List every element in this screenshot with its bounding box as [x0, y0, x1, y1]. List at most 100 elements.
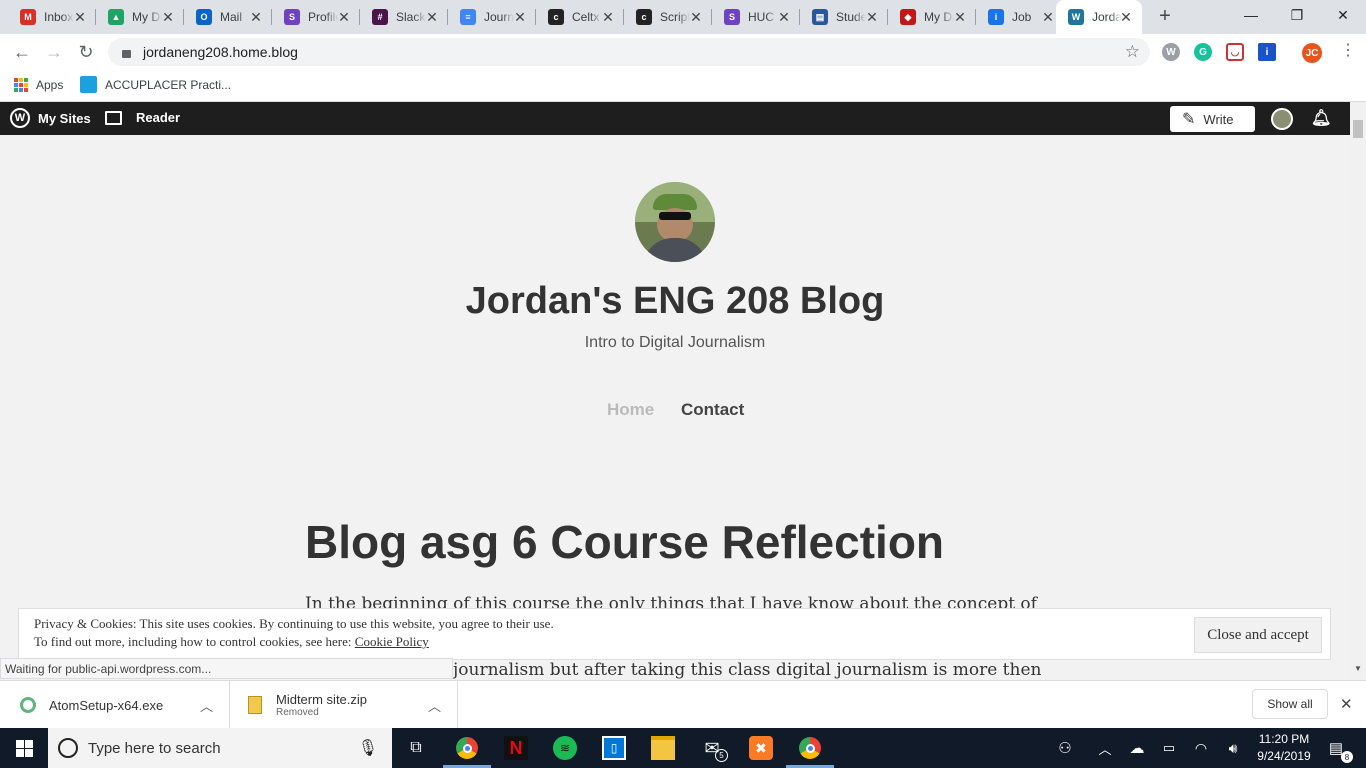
grammarly-icon[interactable]: G: [1194, 43, 1212, 61]
atom-file-icon: [20, 697, 36, 713]
tab-3[interactable]: O Mail ✕: [184, 0, 272, 34]
nav-home[interactable]: Home: [607, 400, 654, 420]
close-and-accept-button[interactable]: Close and accept: [1194, 617, 1322, 653]
app-tile-icon[interactable]: ▯: [602, 736, 626, 760]
back-button[interactable]: ←: [10, 40, 34, 64]
bookmark-star-icon[interactable]: ☆: [1125, 42, 1140, 62]
close-tab-icon[interactable]: ✕: [160, 9, 176, 26]
tab-12[interactable]: i Job ✕: [976, 0, 1064, 34]
profile-avatar[interactable]: JC: [1302, 43, 1322, 63]
close-tab-icon[interactable]: ✕: [512, 9, 528, 26]
tab-9[interactable]: S HUC ✕: [712, 0, 800, 34]
info-extension-icon[interactable]: i: [1258, 43, 1276, 61]
chrome-menu-icon[interactable]: ⋮: [1340, 40, 1356, 60]
reader-button[interactable]: Reader: [105, 110, 180, 125]
close-shelf-icon[interactable]: ✕: [1340, 695, 1353, 713]
chevron-up-icon[interactable]: ︿: [200, 696, 213, 715]
close-tab-icon[interactable]: ✕: [1118, 9, 1134, 26]
reload-button[interactable]: ↻: [74, 40, 98, 64]
clock[interactable]: 11:20 PM 9/24/2019: [1250, 731, 1318, 765]
close-tab-icon[interactable]: ✕: [336, 9, 352, 26]
tab-title: Mail: [220, 10, 243, 24]
download-item[interactable]: AtomSetup-x64.exe ︿: [0, 681, 230, 729]
close-window-button[interactable]: ✕: [1320, 0, 1366, 30]
tab-6[interactable]: ≡ Journal✕: [448, 0, 536, 34]
user-avatar[interactable]: [1271, 108, 1293, 130]
tab-title: HUC: [748, 10, 774, 24]
write-button[interactable]: ✎ Write: [1170, 106, 1255, 132]
slack-icon: #: [372, 9, 388, 25]
zip-file-icon: [248, 696, 262, 714]
drive-icon: ▲: [108, 9, 124, 25]
netflix-icon[interactable]: N: [504, 736, 528, 760]
tab-10[interactable]: ▤ Student✕: [800, 0, 888, 34]
xampp-icon[interactable]: ✖: [749, 736, 773, 760]
browser-toolbar: ← → ↻ jordaneng208.home.blog ☆ W G ◡ i J…: [0, 34, 1366, 70]
site-title[interactable]: Jordan's ENG 208 Blog: [0, 280, 1350, 323]
file-explorer-icon[interactable]: [651, 736, 675, 760]
chevron-up-tray-icon[interactable]: ︿: [1093, 736, 1117, 760]
site-avatar[interactable]: [635, 182, 715, 262]
wp-admin-bar: W My Sites Reader ✎ Write 🔔︎: [0, 102, 1350, 135]
windows-start-icon[interactable]: [12, 736, 36, 760]
search-circle-icon: [58, 738, 78, 758]
tab-title: Job: [1012, 10, 1032, 24]
apps-bookmark[interactable]: Apps: [14, 78, 63, 92]
close-tab-icon[interactable]: ✕: [600, 9, 616, 26]
chevron-up-icon[interactable]: ︿: [428, 696, 441, 715]
download-item[interactable]: Midterm site.zip Removed ︿: [232, 681, 458, 729]
people-icon[interactable]: ⚇: [1053, 736, 1077, 760]
accuplacer-bookmark[interactable]: ACCUPLACER Practi...: [80, 76, 231, 93]
tab-title: Profile: [308, 10, 338, 24]
reader-icon: [105, 110, 122, 125]
new-tab-button[interactable]: +: [1155, 6, 1175, 26]
info-icon: i: [988, 9, 1004, 25]
battery-icon[interactable]: ▭: [1157, 736, 1181, 760]
close-tab-icon[interactable]: ✕: [864, 9, 880, 26]
close-tab-icon[interactable]: ✕: [688, 9, 704, 26]
page-scrollbar[interactable]: ▼: [1350, 102, 1366, 680]
cookie-banner: Privacy & Cookies: This site uses cookie…: [18, 608, 1331, 660]
address-bar[interactable]: jordaneng208.home.blog ☆: [108, 38, 1150, 66]
show-all-button[interactable]: Show all: [1252, 689, 1328, 719]
tab-2[interactable]: ▲ My Drive✕: [96, 0, 184, 34]
close-tab-icon[interactable]: ✕: [424, 9, 440, 26]
tab-7[interactable]: c Celtx ✕: [536, 0, 624, 34]
restore-button[interactable]: ❐: [1274, 0, 1320, 30]
tab-8[interactable]: c Script ✕: [624, 0, 712, 34]
cookie-text-line: To find out more, including how to contr…: [34, 634, 429, 650]
my-sites-button[interactable]: W My Sites: [10, 108, 91, 128]
close-tab-icon[interactable]: ✕: [1040, 9, 1056, 26]
tab-1[interactable]: M Inbox ✕: [8, 0, 96, 34]
tab-title: My Dashboard: [924, 10, 954, 24]
tab-13[interactable]: WJordan's ENG 208 Blog✕: [1056, 0, 1142, 34]
close-tab-icon[interactable]: ✕: [952, 9, 968, 26]
chrome-taskbar-icon[interactable]: [455, 736, 479, 760]
action-center-icon[interactable]: ▤ 8: [1324, 736, 1353, 763]
mail-icon[interactable]: ✉ 5: [700, 736, 728, 762]
microphone-icon[interactable]: 🎙︎: [358, 738, 378, 758]
notifications-bell-icon[interactable]: 🔔︎: [1311, 108, 1331, 128]
w-extension-icon[interactable]: W: [1162, 43, 1180, 61]
onedrive-cloud-icon[interactable]: ☁: [1125, 736, 1149, 760]
task-view-icon[interactable]: ⧉: [404, 736, 428, 760]
forward-button[interactable]: →: [42, 40, 66, 64]
tab-11[interactable]: ◆ My Dashboard✕: [888, 0, 976, 34]
wifi-icon[interactable]: ◠: [1189, 736, 1213, 760]
post-title[interactable]: Blog asg 6 Course Reflection: [305, 515, 944, 569]
close-tab-icon[interactable]: ✕: [776, 9, 792, 26]
close-tab-icon[interactable]: ✕: [248, 9, 264, 26]
minimize-button[interactable]: —: [1228, 0, 1274, 30]
volume-icon[interactable]: 🔊︎: [1221, 736, 1245, 760]
tab-title: My Drive: [132, 10, 162, 24]
close-tab-icon[interactable]: ✕: [72, 9, 88, 26]
reader-label: Reader: [136, 110, 181, 125]
chrome-taskbar-icon-2[interactable]: [798, 736, 822, 760]
spotify-icon[interactable]: ≋: [553, 736, 577, 760]
pocket-icon[interactable]: ◡: [1226, 43, 1244, 61]
taskbar-search-box[interactable]: Type here to search 🎙︎: [48, 728, 392, 768]
tab-4[interactable]: S Profile✕: [272, 0, 360, 34]
nav-contact[interactable]: Contact: [681, 400, 744, 420]
tab-5[interactable]: # Slack ✕: [360, 0, 448, 34]
cookie-policy-link[interactable]: Cookie Policy: [355, 634, 429, 649]
